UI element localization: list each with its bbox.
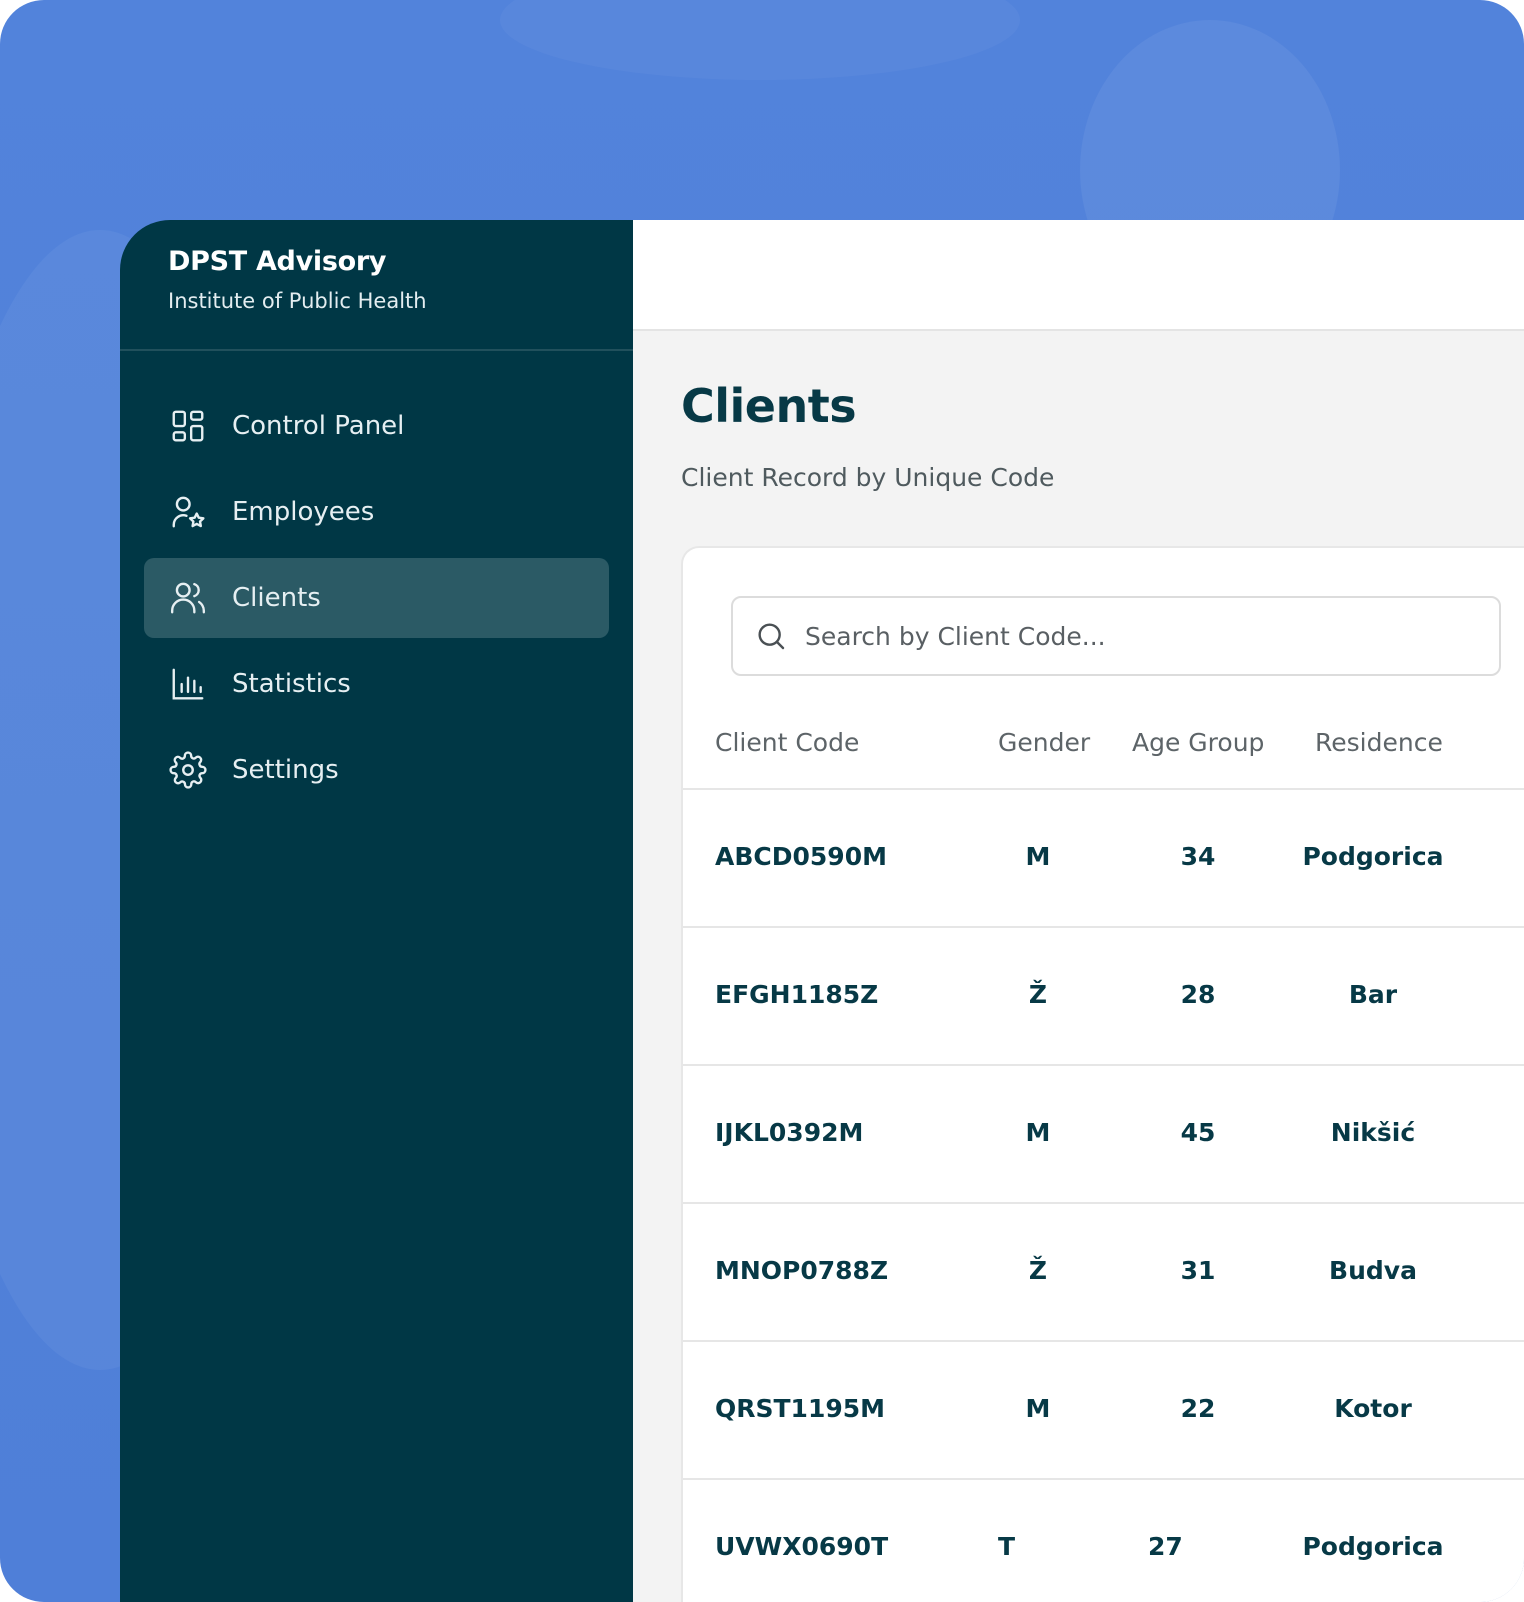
sidebar-item-control-panel[interactable]: Control Panel bbox=[144, 386, 609, 466]
age-group-cell: 27 bbox=[1148, 1532, 1183, 1561]
table-header: Client Code Gender Age Group Residence bbox=[683, 700, 1524, 790]
gender-cell: M bbox=[1025, 1118, 1051, 1147]
column-header-gender[interactable]: Gender bbox=[998, 728, 1090, 757]
brand: DPST Advisory Institute of Public Health bbox=[168, 246, 427, 313]
client-code-cell: QRST1195M bbox=[715, 1394, 886, 1423]
client-code-cell: ABCD0590M bbox=[715, 842, 887, 871]
residence-cell: Bar bbox=[1348, 980, 1398, 1009]
sidebar-item-label: Settings bbox=[232, 755, 339, 785]
table-row[interactable]: IJKL0392M M 45 Nikšić bbox=[683, 1066, 1524, 1204]
bar-chart-icon bbox=[168, 664, 208, 704]
residence-cell: Podgorica bbox=[1302, 842, 1444, 871]
age-group-cell: 22 bbox=[1180, 1394, 1216, 1423]
brand-subtitle: Institute of Public Health bbox=[168, 289, 427, 313]
sidebar-divider bbox=[120, 349, 633, 351]
gender-cell: Ž bbox=[1028, 1256, 1048, 1285]
main-content: Clients Client Record by Unique Code Cli… bbox=[633, 220, 1524, 1602]
sidebar-item-label: Statistics bbox=[232, 669, 351, 699]
sidebar-item-label: Employees bbox=[232, 497, 375, 527]
grid-icon bbox=[168, 406, 208, 446]
client-code-cell: IJKL0392M bbox=[715, 1118, 864, 1147]
table-row[interactable]: EFGH1185Z Ž 28 Bar bbox=[683, 928, 1524, 1066]
sidebar-item-clients[interactable]: Clients bbox=[144, 558, 609, 638]
users-icon bbox=[168, 578, 208, 618]
gear-icon bbox=[168, 750, 208, 790]
gender-cell: M bbox=[1025, 842, 1051, 871]
age-group-cell: 31 bbox=[1180, 1256, 1216, 1285]
sidebar-item-settings[interactable]: Settings bbox=[144, 730, 609, 810]
gender-cell: M bbox=[1025, 1394, 1051, 1423]
search-box[interactable] bbox=[731, 596, 1501, 676]
residence-cell: Nikšić bbox=[1330, 1118, 1416, 1147]
gender-cell: T bbox=[998, 1532, 1016, 1561]
page-subtitle: Client Record by Unique Code bbox=[681, 463, 1055, 492]
column-header-age-group[interactable]: Age Group bbox=[1132, 728, 1264, 757]
sidebar: DPST Advisory Institute of Public Health… bbox=[120, 220, 633, 1602]
gender-cell: Ž bbox=[1028, 980, 1048, 1009]
search-input[interactable] bbox=[805, 621, 1445, 651]
column-header-client-code[interactable]: Client Code bbox=[715, 728, 859, 757]
residence-cell: Kotor bbox=[1334, 1394, 1412, 1423]
age-group-cell: 45 bbox=[1180, 1118, 1216, 1147]
table-row[interactable]: MNOP0788Z Ž 31 Budva bbox=[683, 1204, 1524, 1342]
user-star-icon bbox=[168, 492, 208, 532]
sidebar-item-statistics[interactable]: Statistics bbox=[144, 644, 609, 724]
sidebar-item-employees[interactable]: Employees bbox=[144, 472, 609, 552]
clients-card: Client Code Gender Age Group Residence A… bbox=[681, 546, 1524, 1602]
table-row[interactable]: QRST1195M M 22 Kotor bbox=[683, 1342, 1524, 1480]
client-code-cell: MNOP0788Z bbox=[715, 1256, 889, 1285]
app-frame: DPST Advisory Institute of Public Health… bbox=[0, 0, 1524, 1602]
client-code-cell: UVWX0690T bbox=[715, 1532, 889, 1561]
age-group-cell: 34 bbox=[1180, 842, 1216, 871]
top-bar bbox=[633, 220, 1524, 331]
background-decoration bbox=[500, 0, 1020, 80]
age-group-cell: 28 bbox=[1180, 980, 1216, 1009]
page-title: Clients bbox=[681, 379, 857, 433]
search-icon bbox=[758, 623, 785, 650]
table-row[interactable]: UVWX0690T T 27 Podgorica bbox=[683, 1480, 1524, 1602]
sidebar-item-label: Clients bbox=[232, 583, 321, 613]
residence-cell: Podgorica bbox=[1302, 1532, 1444, 1561]
sidebar-item-label: Control Panel bbox=[232, 411, 405, 441]
column-header-residence[interactable]: Residence bbox=[1315, 728, 1443, 757]
table-row[interactable]: ABCD0590M M 34 Podgorica bbox=[683, 790, 1524, 928]
residence-cell: Budva bbox=[1329, 1256, 1417, 1285]
brand-title: DPST Advisory bbox=[168, 246, 387, 277]
client-code-cell: EFGH1185Z bbox=[715, 980, 879, 1009]
